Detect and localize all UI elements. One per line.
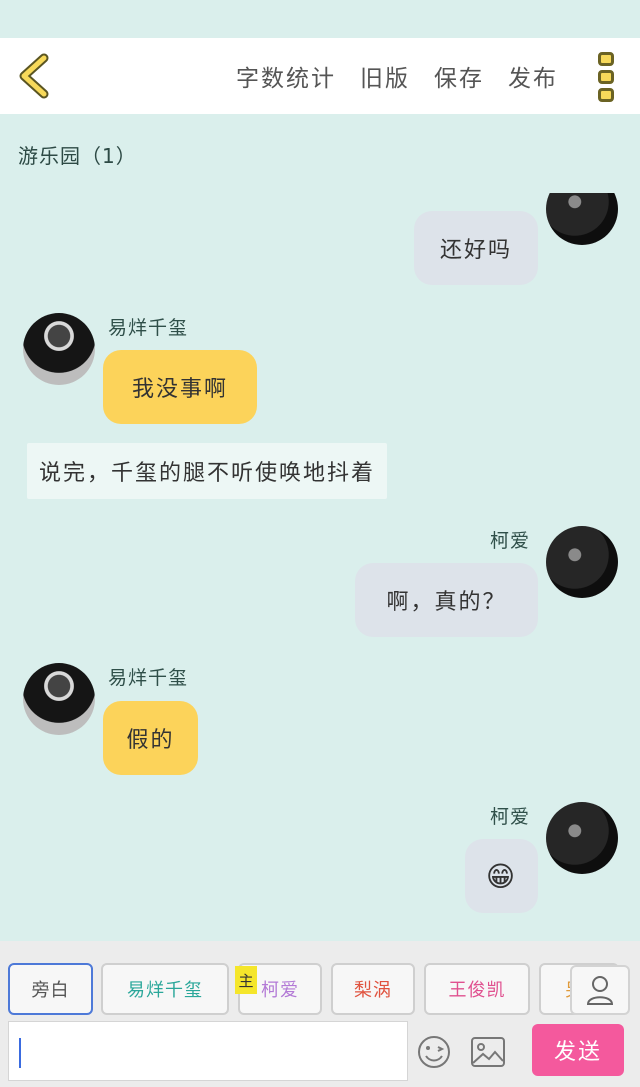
narration-text: 说完，千玺的腿不听使唤地抖着: [39, 461, 376, 486]
message-bubble[interactable]: 😁: [465, 839, 538, 913]
message-text: 我没事啊: [131, 377, 228, 402]
main-role-badge: 主: [235, 966, 257, 994]
avatar[interactable]: [23, 313, 95, 385]
chapter-title[interactable]: 游乐园（1）: [18, 140, 137, 169]
emoji-icon[interactable]: [417, 1035, 451, 1069]
save-button[interactable]: 保存: [434, 59, 484, 93]
narration-bubble[interactable]: 说完，千玺的腿不听使唤地抖着: [27, 443, 388, 499]
speaker-name: 柯爱: [490, 530, 531, 552]
word-count-button[interactable]: 字数统计: [236, 59, 336, 93]
message-bubble[interactable]: 假的: [103, 701, 198, 775]
role-label: 王俊凯: [448, 980, 506, 1001]
message-bubble[interactable]: 还好吗: [414, 211, 538, 285]
message-text: 还好吗: [439, 238, 512, 263]
emoji-grin-icon: 😁: [485, 859, 518, 893]
status-bar: [0, 0, 640, 38]
old-version-button[interactable]: 旧版: [360, 59, 410, 93]
role-label: 梨涡: [354, 980, 392, 1001]
role-label: 柯爱: [261, 980, 299, 1001]
avatar[interactable]: [546, 193, 618, 245]
message-text: 啊，真的？: [386, 590, 507, 615]
menu-dots-icon[interactable]: [598, 52, 616, 102]
avatar[interactable]: [23, 663, 95, 735]
role-label: 易烊千玺: [127, 980, 203, 1001]
avatar[interactable]: [546, 526, 618, 598]
profile-button[interactable]: [570, 965, 630, 1015]
speaker-name: 柯爱: [490, 806, 531, 828]
message-bubble[interactable]: 啊，真的？: [355, 563, 538, 637]
image-icon[interactable]: [471, 1037, 505, 1067]
speaker-name: 易烊千玺: [108, 317, 189, 339]
speaker-name: 易烊千玺: [108, 667, 189, 689]
role-selector: 旁白 易烊千玺 柯爱 梨涡 王俊凯 另: [0, 963, 640, 1015]
send-button[interactable]: 发送: [532, 1024, 624, 1076]
chat-area: 还好吗 易烊千玺 我没事啊 说完，千玺的腿不听使唤地抖着 柯爱 啊，真的？ 易烊…: [0, 193, 640, 941]
publish-button[interactable]: 发布: [508, 59, 558, 93]
back-arrow-icon: [19, 53, 49, 99]
role-chip-narrator[interactable]: 旁白: [8, 963, 93, 1015]
text-caret: [19, 1038, 21, 1068]
profile-icon: [586, 976, 614, 1005]
role-chip-liwo[interactable]: 梨涡: [331, 963, 415, 1015]
message-input[interactable]: [8, 1021, 408, 1081]
message-bubble[interactable]: 我没事啊: [103, 350, 257, 424]
avatar[interactable]: [546, 802, 618, 874]
role-label: 旁白: [31, 980, 70, 1001]
bottom-panel: 旁白 易烊千玺 柯爱 梨涡 王俊凯 另 主: [0, 941, 640, 1087]
back-button[interactable]: [14, 52, 58, 100]
menu-dot: [598, 52, 614, 66]
role-chip-yiyangqianxi[interactable]: 易烊千玺: [101, 963, 229, 1015]
menu-dot: [598, 88, 614, 102]
menu-dot: [598, 70, 614, 84]
message-text: 假的: [126, 728, 175, 753]
top-bar: 字数统计 旧版 保存 发布: [0, 38, 640, 114]
role-chip-wangjunkai[interactable]: 王俊凯: [424, 963, 530, 1015]
top-actions: 字数统计 旧版 保存 发布: [236, 38, 558, 114]
